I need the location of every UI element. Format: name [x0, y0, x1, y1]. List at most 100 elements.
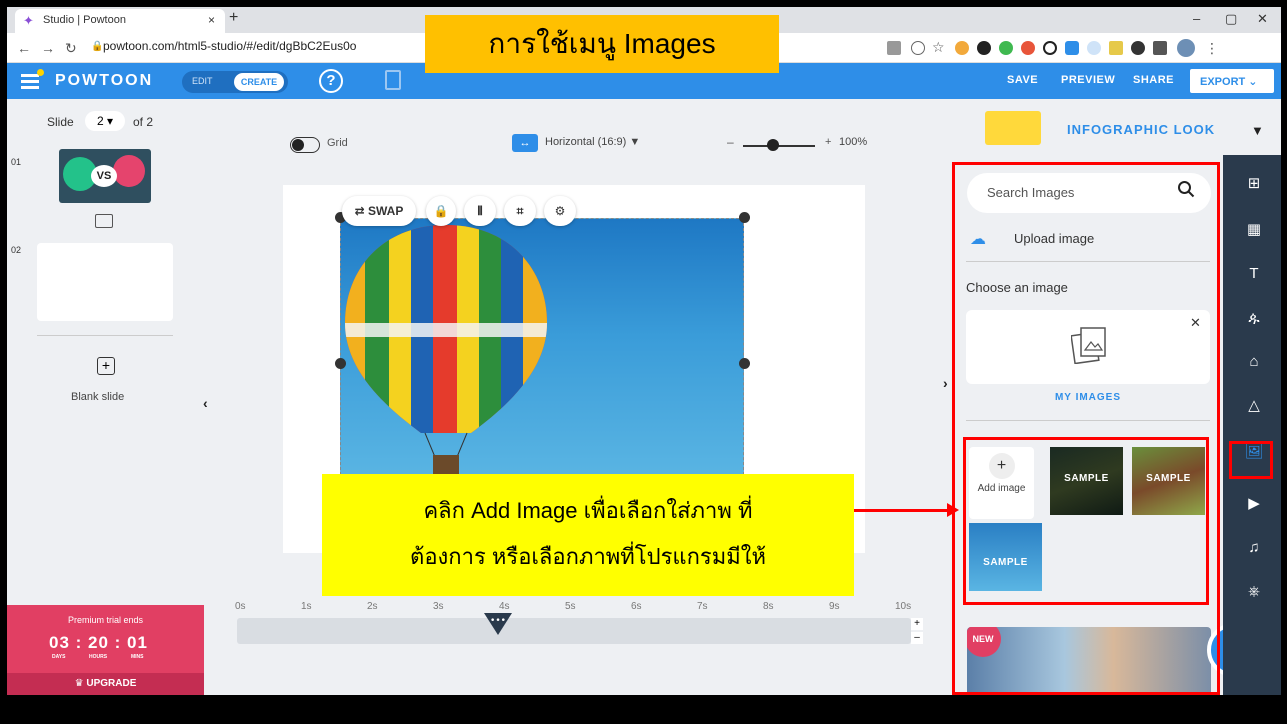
- slide-number: 02: [11, 245, 22, 255]
- slide-selector[interactable]: 2 ▾: [85, 111, 125, 131]
- extension-icon[interactable]: [1131, 41, 1145, 55]
- zoom-slider-handle[interactable]: [767, 139, 779, 151]
- timeline-tick-label: 8s: [763, 601, 774, 612]
- swap-button[interactable]: ⇄ SWAP: [342, 196, 416, 226]
- text-icon[interactable]: T: [1243, 263, 1265, 285]
- add-blank-slide-icon[interactable]: +: [97, 357, 115, 375]
- annotation-instruction: คลิก Add Image เพื่อเลือกใส่ภาพ ที่ ต้อง…: [322, 474, 854, 596]
- image-toolbar: ⇄ SWAP 🔒 ⫴ ⌗ ⚙: [342, 196, 590, 230]
- extension-icon[interactable]: [955, 41, 969, 55]
- zoom-in-button[interactable]: +: [825, 136, 831, 148]
- timeline-tick-label: 5s: [565, 601, 576, 612]
- forward-icon[interactable]: →: [41, 40, 55, 56]
- timeline-ruler: 0s 1s 2s 3s 4s 5s 6s 7s 8s 9s 10s: [235, 601, 915, 615]
- extension-icon[interactable]: [1043, 41, 1057, 55]
- help-icon[interactable]: ?: [319, 69, 343, 93]
- reload-icon[interactable]: ↻: [65, 40, 77, 57]
- timeline-tick-label: 4s: [499, 601, 510, 612]
- settings-gear-icon[interactable]: ⚙: [544, 196, 576, 226]
- premium-timer: 03 : 20 : 01: [49, 633, 148, 652]
- extension-icon[interactable]: [977, 41, 991, 55]
- extension-icon[interactable]: [1087, 41, 1101, 55]
- layout-icon[interactable]: ⊞: [1243, 173, 1265, 195]
- resize-handle[interactable]: [739, 358, 750, 369]
- playhead-dots: •••: [490, 616, 506, 626]
- back-icon[interactable]: ←: [17, 40, 31, 56]
- edit-mode-button[interactable]: EDIT: [192, 76, 213, 86]
- maximize-button[interactable]: ▢: [1225, 11, 1237, 27]
- timeline-tick-label: 1s: [301, 601, 312, 612]
- new-tab-button[interactable]: +: [229, 9, 238, 27]
- url-field[interactable]: powtoon.com/html5-studio/#/edit/dgBbC2Eu…: [103, 39, 356, 53]
- premium-title: Premium trial ends: [67, 615, 144, 625]
- lock-icon: 🔒: [91, 41, 104, 52]
- collapse-left-icon[interactable]: ‹: [203, 395, 208, 411]
- zoom-out-button[interactable]: –: [727, 135, 734, 149]
- close-window-button[interactable]: ✕: [1257, 11, 1268, 27]
- look-label[interactable]: INFOGRAPHIC LOOK: [1067, 122, 1215, 137]
- look-dropdown-icon[interactable]: ▼: [1251, 123, 1264, 138]
- lock-icon[interactable]: 🔒: [426, 196, 456, 226]
- browser-tab[interactable]: ✦ Studio | Powtoon ×: [15, 9, 225, 33]
- images-panel-highlight: [952, 162, 1220, 695]
- instruction-line-1: คลิก Add Image เพื่อเลือกใส่ภาพ ที่: [423, 498, 753, 523]
- crop-icon[interactable]: ⌗: [504, 196, 536, 226]
- powtoon-logo: POWTOON: [55, 72, 154, 89]
- zoom-slider-track[interactable]: [743, 145, 815, 147]
- zoom-icon[interactable]: [911, 41, 925, 55]
- orientation-select[interactable]: Horizontal (16:9) ▼: [545, 136, 640, 148]
- resize-handle[interactable]: [739, 212, 750, 223]
- share-button[interactable]: SHARE: [1133, 74, 1174, 86]
- resize-handle[interactable]: [335, 358, 346, 369]
- music-icon[interactable]: ♫: [1243, 537, 1265, 559]
- slide-count: of 2: [133, 115, 154, 129]
- timeline-playhead[interactable]: •••: [484, 613, 512, 635]
- image-grid-highlight: [963, 437, 1209, 605]
- powtoon-favicon-icon: ✦: [23, 13, 34, 28]
- timeline-zoom-out[interactable]: –: [911, 632, 923, 644]
- timeline-tick-label: 9s: [829, 601, 840, 612]
- save-button[interactable]: SAVE: [1007, 74, 1038, 86]
- minimize-button[interactable]: –: [1193, 11, 1200, 26]
- specials-icon[interactable]: ⎈: [1243, 581, 1265, 603]
- blank-slide-label[interactable]: Blank slide: [71, 391, 124, 403]
- tab-close-icon[interactable]: ×: [208, 13, 215, 27]
- flip-icon[interactable]: ⫴: [464, 196, 496, 226]
- create-mode-button[interactable]: CREATE: [234, 73, 284, 91]
- timeline-tick-label: 7s: [697, 601, 708, 612]
- timeline-track[interactable]: [237, 618, 911, 644]
- timeline-tick-label: 2s: [367, 601, 378, 612]
- characters-icon[interactable]: ዹ: [1243, 307, 1265, 329]
- props-icon[interactable]: ⌂: [1243, 351, 1265, 373]
- slide-thumbnail-1[interactable]: VS: [59, 149, 151, 203]
- orientation-icon[interactable]: ↔: [512, 134, 538, 152]
- shapes-icon[interactable]: △: [1243, 395, 1265, 417]
- extension-icon[interactable]: [999, 41, 1013, 55]
- background-icon[interactable]: ▦: [1243, 219, 1265, 241]
- tab-title: Studio | Powtoon: [43, 14, 126, 26]
- preview-button[interactable]: PREVIEW: [1061, 74, 1115, 86]
- upgrade-button[interactable]: ♛ UPGRADE: [7, 673, 204, 695]
- collapse-right-icon[interactable]: ›: [943, 375, 948, 391]
- timeline-zoom-in[interactable]: +: [911, 618, 923, 630]
- timeline-tick-label: 10s: [895, 601, 912, 612]
- export-button[interactable]: EXPORT ⌄: [1190, 69, 1274, 93]
- browser-menu-icon[interactable]: ⋮: [1205, 40, 1219, 57]
- duplicate-slide-icon[interactable]: [95, 214, 113, 228]
- profile-avatar[interactable]: [1177, 39, 1195, 57]
- tool-icon-rail: ⊞ ▦ T ዹ ⌂ △ 🖼 ▶ ♫ ⎈: [1223, 155, 1281, 695]
- extension-icon[interactable]: [1065, 41, 1079, 55]
- hours-label: HOURS: [89, 654, 108, 660]
- translate-icon[interactable]: [887, 41, 901, 55]
- mode-switch[interactable]: EDIT CREATE: [182, 71, 288, 93]
- puzzle-icon[interactable]: [1153, 41, 1167, 55]
- video-icon[interactable]: ▶: [1243, 493, 1265, 515]
- grid-toggle[interactable]: [290, 137, 320, 153]
- slide-label: Slide: [47, 115, 74, 129]
- star-icon[interactable]: ☆: [932, 39, 945, 56]
- slide-thumbnail-2[interactable]: [37, 243, 173, 321]
- extension-icon[interactable]: [1021, 41, 1035, 55]
- hamburger-menu-icon[interactable]: [21, 69, 44, 89]
- notes-icon[interactable]: [385, 70, 401, 90]
- extension-icon[interactable]: [1109, 41, 1123, 55]
